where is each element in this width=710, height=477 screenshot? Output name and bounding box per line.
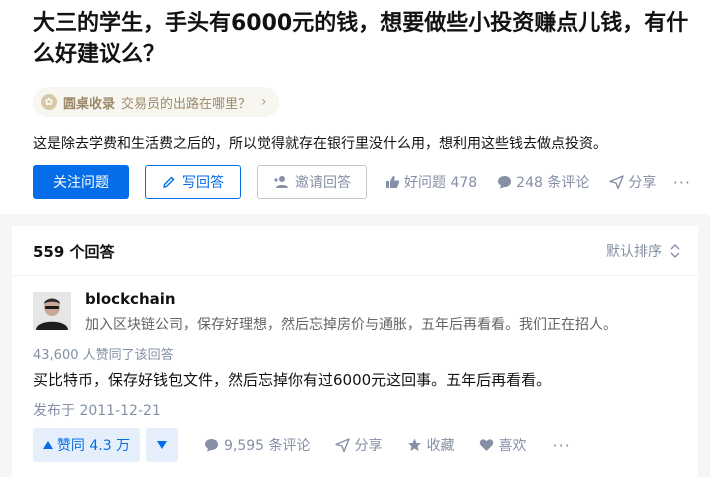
question-actions: 关注问题 写回答 邀请回答 好问题 478 248 条评论 分享 ··· [33, 164, 703, 200]
chevron-right-icon: › [261, 94, 267, 110]
roundtable-name: 圆桌收录 [63, 96, 116, 112]
answer-share-button[interactable]: 分享 [334, 435, 383, 455]
share-icon [334, 438, 350, 452]
write-answer-label: 写回答 [182, 174, 224, 190]
favorite-button[interactable]: 收藏 [407, 435, 455, 455]
roundtable-topic: 交易员的出路在哪里？ [121, 96, 252, 112]
good-question-label: 好问题 478 [404, 175, 478, 191]
triangle-down-icon [157, 441, 167, 449]
like-button[interactable]: 喜欢 [479, 435, 527, 455]
sort-dropdown[interactable]: 默认排序 [606, 241, 680, 261]
comment-icon [497, 175, 512, 189]
more-icon[interactable]: ··· [673, 173, 691, 192]
good-question-button[interactable]: 好问题 478 [385, 172, 477, 192]
question-comments-label: 248 条评论 [516, 175, 590, 191]
question-card: 大三的学生，手头有6000元的钱，想要做些小投资赚点儿钱，有什么好建议么？ ✿ … [0, 0, 710, 214]
votes-summary: 43,600 人赞同了该回答 [33, 348, 174, 363]
invite-answer-label: 邀请回答 [295, 174, 351, 190]
question-comments-button[interactable]: 248 条评论 [497, 172, 589, 192]
answer-content: 买比特币，保存好钱包文件，然后忘掉你有过6000元这回事。五年后再看看。 [33, 371, 552, 389]
author-bio: 加入区块链公司，保存好理想，然后忘掉房价与通胀，五年后再看看。我们正在招人。 [85, 317, 617, 333]
answer-count: 559 个回答 [33, 243, 115, 261]
triangle-up-icon [42, 441, 53, 449]
question-detail: 这是除去学费和生活费之后的，所以觉得就存在银行里没什么用，想利用这些钱去做点投资… [33, 136, 607, 152]
comment-icon [204, 438, 219, 452]
write-answer-button[interactable]: 写回答 [145, 165, 241, 199]
pencil-icon [162, 175, 176, 189]
question-share-button[interactable]: 分享 [609, 172, 656, 192]
author-avatar[interactable] [33, 292, 71, 330]
sort-label: 默认排序 [606, 244, 662, 260]
favorite-label: 收藏 [426, 438, 455, 454]
roundtable-tag[interactable]: ✿ 圆桌收录 交易员的出路在哪里？ › [33, 87, 279, 117]
question-title[interactable]: 大三的学生，手头有6000元的钱，想要做些小投资赚点儿钱，有什么好建议么？ [33, 8, 693, 70]
thumb-up-icon [385, 175, 400, 189]
invite-answer-button[interactable]: 邀请回答 [257, 165, 367, 199]
vote-up-button[interactable]: 赞同 4.3 万 [33, 428, 140, 462]
question-share-label: 分享 [628, 175, 657, 191]
answers-card: 559 个回答 默认排序 blockchain 加入区块链公司，保存好理想，然后… [12, 226, 698, 477]
answer-date[interactable]: 发布于 2011-12-21 [33, 400, 161, 420]
answer-comments-label: 9,595 条评论 [224, 438, 311, 454]
answers-header: 559 个回答 默认排序 [12, 226, 698, 276]
answer-actions: 赞同 4.3 万 9,595 条评论 分享 收藏 喜欢 ··· [33, 428, 683, 462]
add-user-icon [273, 175, 289, 189]
vote-up-label: 赞同 4.3 万 [56, 438, 131, 454]
heart-icon [479, 438, 494, 452]
follow-question-button[interactable]: 关注问题 [33, 165, 129, 199]
answer-comments-button[interactable]: 9,595 条评论 [204, 435, 311, 455]
share-icon [609, 175, 625, 189]
more-icon[interactable]: ··· [553, 436, 571, 455]
author-name[interactable]: blockchain [85, 290, 176, 308]
like-label: 喜欢 [498, 438, 527, 454]
star-icon [407, 438, 422, 452]
roundtable-icon: ✿ [41, 94, 57, 110]
vote-down-button[interactable] [146, 428, 178, 462]
answer-share-label: 分享 [354, 438, 383, 454]
sort-toggle-icon [670, 244, 680, 258]
